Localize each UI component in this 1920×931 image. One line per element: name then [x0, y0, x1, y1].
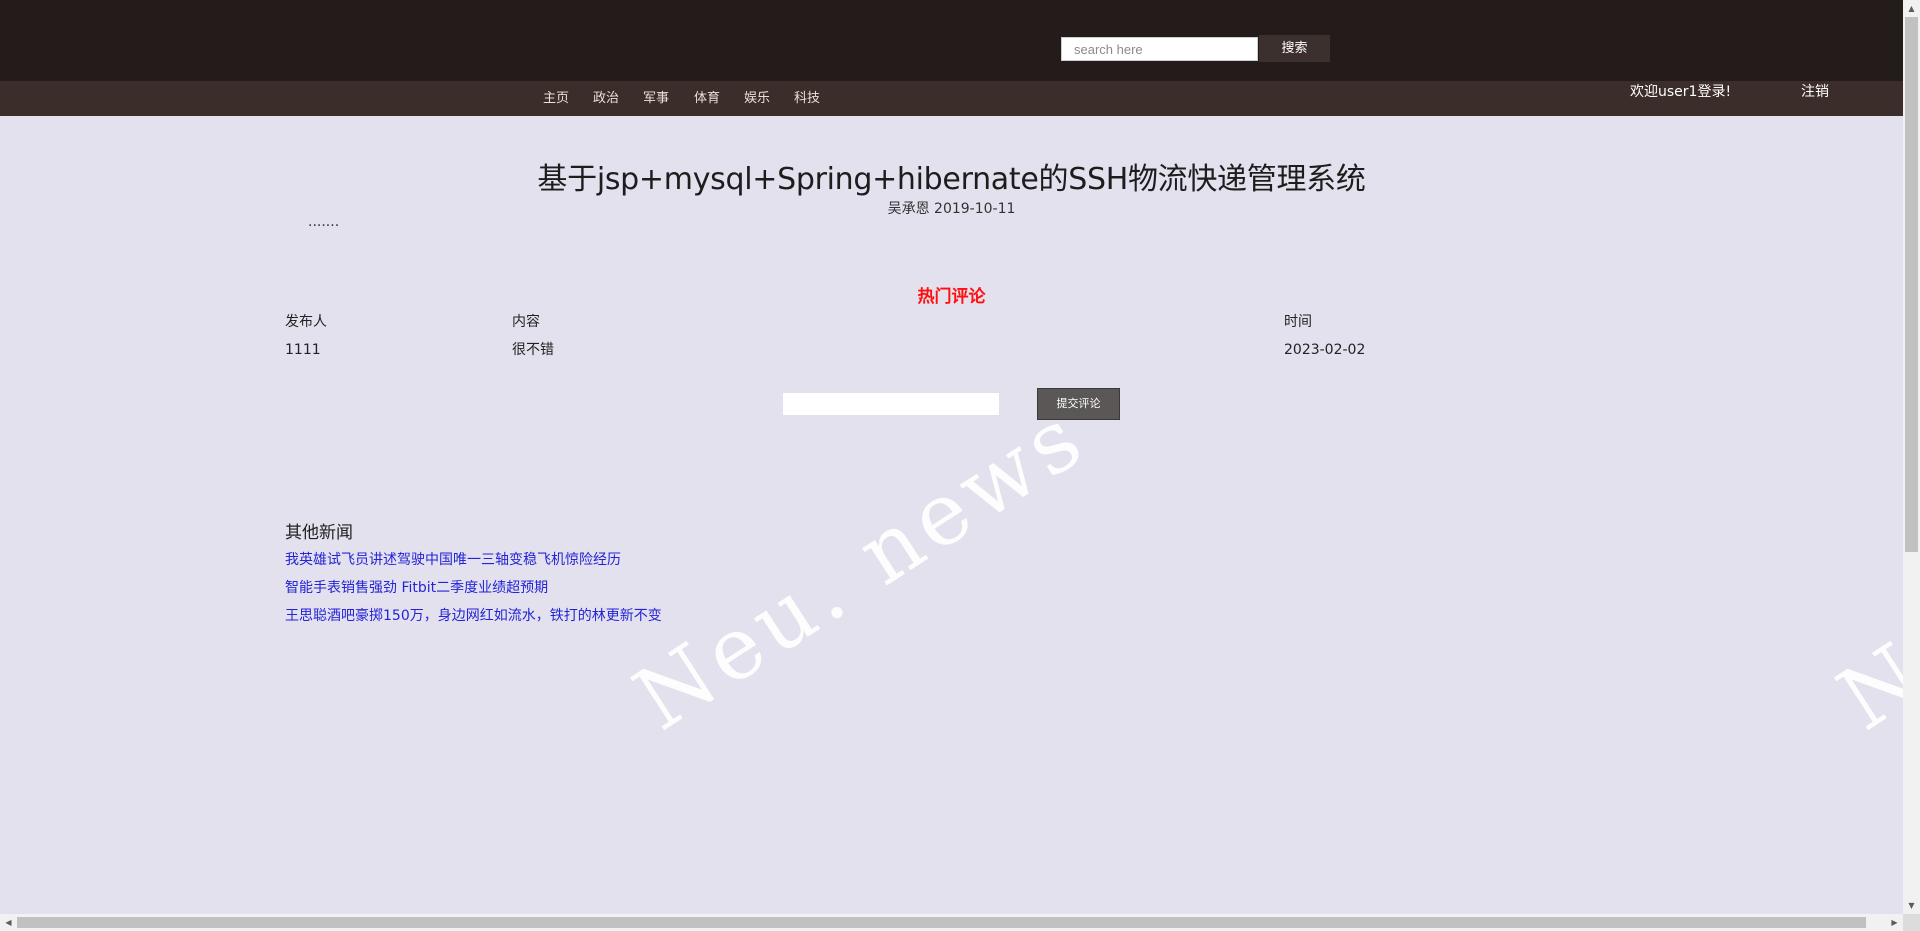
vertical-scroll-thumb[interactable] — [1905, 17, 1918, 552]
vertical-scrollbar[interactable]: ▲ ▼ — [1903, 0, 1920, 914]
news-link[interactable]: 王思聪酒吧豪掷150万，身边网红如流水，铁打的林更新不变 — [285, 606, 662, 634]
nav-item-entertainment[interactable]: 娱乐 — [744, 81, 770, 116]
nav-bar: 主页 政治 军事 体育 娱乐 科技 — [0, 81, 1903, 116]
other-news-title: 其他新闻 — [285, 523, 353, 543]
column-header-author: 发布人 — [285, 314, 327, 330]
comment-time: 2023-02-02 — [1284, 342, 1366, 358]
nav-item-home[interactable]: 主页 — [543, 81, 569, 116]
news-link[interactable]: 我英雄试飞员讲述驾驶中国唯一三轴变稳飞机惊险经历 — [285, 550, 662, 578]
search-input[interactable] — [1061, 37, 1258, 61]
submit-comment-button[interactable]: 提交评论 — [1037, 388, 1120, 420]
nav-item-technology[interactable]: 科技 — [794, 81, 820, 116]
app-window: 搜索 主页 政治 军事 体育 娱乐 科技 欢迎user1登录! 注销 基于jsp… — [0, 0, 1920, 931]
top-bar — [0, 0, 1903, 81]
news-link[interactable]: 智能手表销售强劲 Fitbit二季度业绩超预期 — [285, 578, 662, 606]
search-button[interactable]: 搜索 — [1259, 35, 1330, 62]
nav-item-politics[interactable]: 政治 — [593, 81, 619, 116]
table-header-row: 发布人 内容 时间 — [285, 312, 1385, 340]
table-row: 1111 很不错 2023-02-02 — [285, 340, 1385, 368]
scroll-up-icon[interactable]: ▲ — [1903, 0, 1920, 17]
nav-item-military[interactable]: 军事 — [643, 81, 669, 116]
article-body: ....... — [308, 214, 340, 230]
hot-comments-title: 热门评论 — [917, 287, 986, 307]
horizontal-scrollbar[interactable]: ◀ ▶ — [0, 914, 1903, 931]
comment-author: 1111 — [285, 342, 321, 358]
logout-link[interactable]: 注销 — [1801, 81, 1829, 102]
column-header-time: 时间 — [1284, 314, 1312, 330]
scroll-left-icon[interactable]: ◀ — [0, 914, 17, 931]
welcome-text: 欢迎user1登录! — [1630, 84, 1732, 100]
other-news-list: 我英雄试飞员讲述驾驶中国唯一三轴变稳飞机惊险经历 智能手表销售强劲 Fitbit… — [285, 550, 662, 634]
article-title: 基于jsp+mysql+Spring+hibernate的SSH物流快递管理系统 — [537, 162, 1366, 197]
comments-table: 发布人 内容 时间 1111 很不错 2023-02-02 — [285, 312, 1385, 368]
scroll-down-icon[interactable]: ▼ — [1903, 897, 1920, 914]
comment-content: 很不错 — [512, 342, 554, 358]
comment-input[interactable] — [783, 393, 999, 415]
horizontal-scroll-thumb[interactable] — [17, 917, 1866, 928]
scrollbar-corner — [1903, 914, 1920, 931]
article-meta: 吴承恩 2019-10-11 — [887, 201, 1016, 217]
nav-item-sports[interactable]: 体育 — [694, 81, 720, 116]
scroll-right-icon[interactable]: ▶ — [1886, 914, 1903, 931]
column-header-content: 内容 — [512, 314, 540, 330]
watermark: Neu. news — [617, 386, 1104, 750]
